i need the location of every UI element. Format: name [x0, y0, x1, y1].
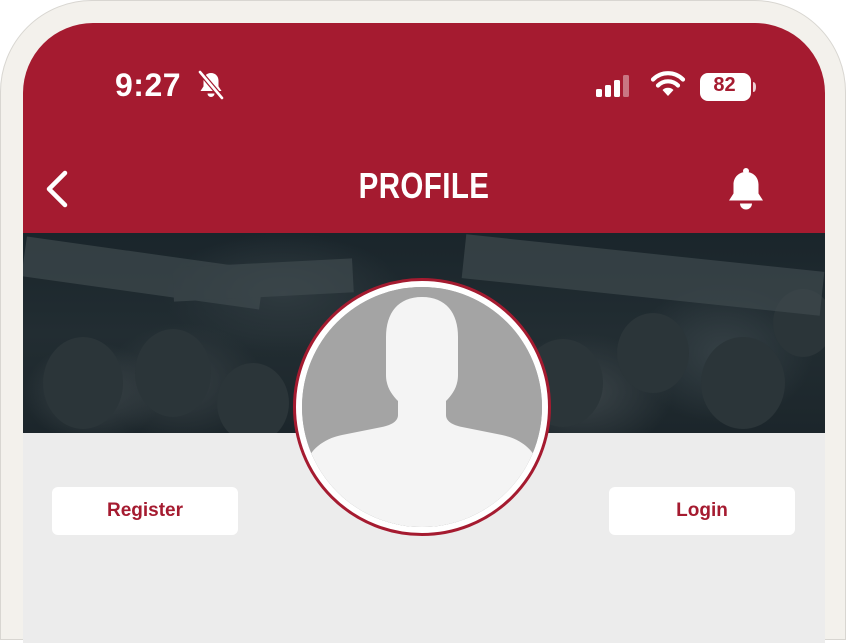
bell-icon [729, 168, 763, 210]
wifi-icon [650, 71, 686, 96]
avatar[interactable] [302, 287, 542, 527]
bell-slash-icon [198, 70, 224, 100]
cellular-signal-icon [596, 75, 629, 97]
page-title: PROFILE [358, 165, 490, 206]
default-avatar-silhouette-icon [302, 287, 542, 527]
login-button[interactable]: Login [609, 487, 795, 535]
battery-level: 82 [713, 74, 736, 96]
chevron-left-icon [46, 170, 68, 208]
register-button[interactable]: Register [52, 487, 238, 535]
status-time: 9:27 [115, 67, 182, 103]
notifications-button[interactable] [723, 165, 769, 215]
back-button[interactable] [39, 167, 79, 211]
phone-frame: 9:27 82 PROFILE Register Login [0, 0, 846, 643]
app-screen: 9:27 82 PROFILE Register Login [23, 23, 825, 643]
